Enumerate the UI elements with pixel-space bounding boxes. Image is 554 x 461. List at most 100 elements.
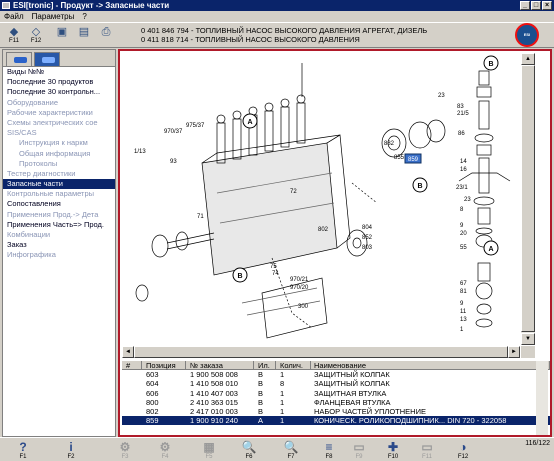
svg-text:A: A (247, 119, 252, 126)
diagram-callout-label: 975/37 (186, 123, 205, 129)
function-key-f8[interactable]: ≡ F8 (316, 441, 342, 461)
close-button[interactable]: × (542, 1, 552, 10)
sidebar-item[interactable]: Применения Часть=> Прод. (3, 220, 115, 230)
col-quantity[interactable]: Колич. (276, 361, 311, 370)
function-key-label: F10 (387, 454, 399, 460)
diagram-callout-label: 74 (272, 271, 279, 277)
col-position[interactable]: Позиция (142, 361, 186, 370)
table-vscroll[interactable] (536, 361, 548, 435)
sidebar-item[interactable]: Последние 30 контрольн... (3, 87, 115, 97)
function-key-label: F4 (161, 454, 169, 460)
function-key-f6[interactable]: 🔍 F6 (236, 441, 262, 461)
diagram-callout-label: 11 (460, 309, 467, 315)
minimize-button[interactable]: _ (520, 1, 530, 10)
scroll-down-icon[interactable]: ▼ (521, 333, 535, 345)
function-key-label: F6 (245, 454, 253, 460)
title-bar: ESI[tronic] - Продукт -> Запасные части … (0, 0, 554, 11)
back-icon: ◆ (9, 26, 19, 38)
function-icon: ▭ (353, 440, 365, 454)
sidebar-item[interactable]: Сопоставления (3, 199, 115, 209)
function-key-f10[interactable]: ✚ F10 (380, 441, 406, 461)
scroll-corner (521, 346, 535, 358)
table-row[interactable]: 606 1 410 407 003 B 1 ЗАЩИТНАЯ ВТУЛКА (122, 389, 550, 398)
sidebar-item[interactable]: Виды №№ (3, 67, 115, 77)
function-icon: ✚ (387, 440, 399, 454)
scroll-up-icon[interactable]: ▲ (521, 53, 535, 65)
sidebar-item: Инфографика (7, 250, 56, 260)
maximize-button[interactable]: □ (531, 1, 541, 10)
product-header: 0 401 846 794 - ТОПЛИВНЫЙ НАСОС ВЫСОКОГО… (141, 26, 427, 44)
drawing-hscroll[interactable]: ◄ ► (122, 346, 520, 358)
function-icon: ▦ (203, 440, 215, 454)
table-cell: 802 (146, 406, 159, 416)
col-name[interactable]: Наименование (311, 361, 550, 370)
diagram-callout-label: 23/1 (456, 185, 468, 191)
scroll-right-icon[interactable]: ► (508, 346, 520, 358)
select-button[interactable]: ▣ (52, 26, 72, 46)
table-row[interactable]: 800 2 410 363 015 B 1 ФЛАНЦЕВАЯ ВТУЛКА (122, 398, 550, 407)
sidebar-item[interactable]: Заказ (3, 240, 115, 250)
hscroll-thumb[interactable] (134, 346, 508, 358)
function-key-label: F2 (67, 454, 75, 460)
function-icon: 🔍 (283, 440, 299, 454)
function-icon: ≡ (325, 440, 333, 454)
drawing-vscroll[interactable]: ▲ ▼ (521, 53, 535, 345)
sidebar: Виды №№ Последние 30 продуктов Последние 3… (2, 49, 116, 437)
table-row[interactable]: 802 2 417 010 003 B 1 НАБОР ЧАСТЕЙ УПЛОТНЕНИ… (122, 407, 550, 416)
table-cell: НАБОР ЧАСТЕЙ УПЛОТНЕНИЕ (314, 406, 426, 416)
diagram-callout-label: 75 (270, 264, 277, 270)
col-hash[interactable]: # (122, 361, 142, 370)
sidebar-list: Виды №№ Последние 30 продуктов Последние 3… (3, 67, 115, 261)
sidebar-item[interactable]: Последние 30 продуктов (3, 77, 115, 87)
table-row[interactable]: 859 1 900 910 240 A 1 КОНИЧЕСК. РОЛИКОПОДШИП… (122, 416, 550, 426)
back-button[interactable]: ◆ F11 (4, 26, 24, 46)
car-icon (14, 57, 27, 63)
function-key-f2[interactable]: i F2 (58, 441, 84, 461)
sidebar-item[interactable]: Запасные части (3, 179, 115, 190)
function-icon: ◑ (459, 440, 467, 454)
diagram-callout-label: 67 (460, 281, 467, 287)
col-illustration[interactable]: Ил. (254, 361, 276, 370)
diagram-callout-label: 20 (460, 231, 467, 237)
product-line-2: 0 411 818 714 - ТОПЛИВНЫЙ НАСОС ВЫСОКОГО… (141, 35, 360, 44)
diagram-callout-label: 23 (438, 93, 445, 99)
pump-diagram: A B B A B 859 970/37 1/13 93 71 72 975/37 802 8… (134, 55, 511, 339)
diagram-callout-label: 23 (464, 197, 471, 203)
function-key-f1[interactable]: ? F1 (10, 441, 36, 461)
table-cell: A (258, 416, 264, 426)
diagram-callout-label: 882 (384, 141, 395, 147)
table-cell: КОНИЧЕСК. РОЛИКОПОДШИПНИК... DIN 720 - 3… (314, 416, 507, 426)
table-body: 603 1 900 508 008 B 1 ЗАЩИТНЫЙ КОЛПАК 604 1 41… (122, 370, 550, 426)
menu-parameters[interactable]: Параметры (32, 11, 75, 22)
scroll-left-icon[interactable]: ◄ (122, 346, 134, 358)
exploded-view-drawing[interactable]: A B B A B 859 970/37 1/13 93 71 72 975/37 802 8… (122, 53, 520, 345)
function-key-f5: ▦ F5 (196, 441, 222, 461)
function-key-f12[interactable]: ◑ F12 (450, 441, 476, 461)
function-key-label: F9 (355, 454, 363, 460)
table-cell: 800 (146, 397, 159, 407)
table-cell: 1 (280, 397, 285, 407)
window-title: ESI[tronic] - Продукт -> Запасные части (13, 1, 170, 10)
table-cell (122, 416, 142, 425)
table-cell: 859 (146, 416, 159, 426)
vscroll-thumb[interactable] (521, 65, 535, 332)
col-order-number[interactable]: № заказа (186, 361, 254, 370)
sidebar-item: Схемы электрических сое (7, 117, 98, 127)
svg-text:B: B (488, 61, 493, 68)
diagram-callout-label: 16 (460, 167, 467, 173)
menu-help[interactable]: ? (82, 11, 86, 22)
function-key-f7[interactable]: 🔍 F7 (278, 441, 304, 461)
tab-product[interactable] (34, 52, 60, 66)
table-header: # Позиция № заказа Ил. Колич. Наименован… (122, 361, 550, 371)
function-key-f3: ⚙ F3 (112, 441, 138, 461)
select-icon: ▣ (56, 26, 68, 38)
diagram-callout-label: 55 (460, 245, 467, 251)
table-row[interactable]: 604 1 410 508 010 B 8 ЗАЩИТНЫЙ КОЛПАК (122, 379, 550, 388)
view-button[interactable]: ▤ (74, 26, 94, 46)
tab-vehicle[interactable] (6, 52, 32, 66)
print-button[interactable]: ⎙ (96, 26, 116, 46)
table-row[interactable]: 603 1 900 508 008 B 1 ЗАЩИТНЫЙ КОЛПАК (122, 370, 550, 379)
forward-button[interactable]: ◇ F12 (26, 26, 46, 46)
page-counter: 116/122 (525, 440, 550, 447)
menu-file[interactable]: Файл (4, 11, 24, 22)
